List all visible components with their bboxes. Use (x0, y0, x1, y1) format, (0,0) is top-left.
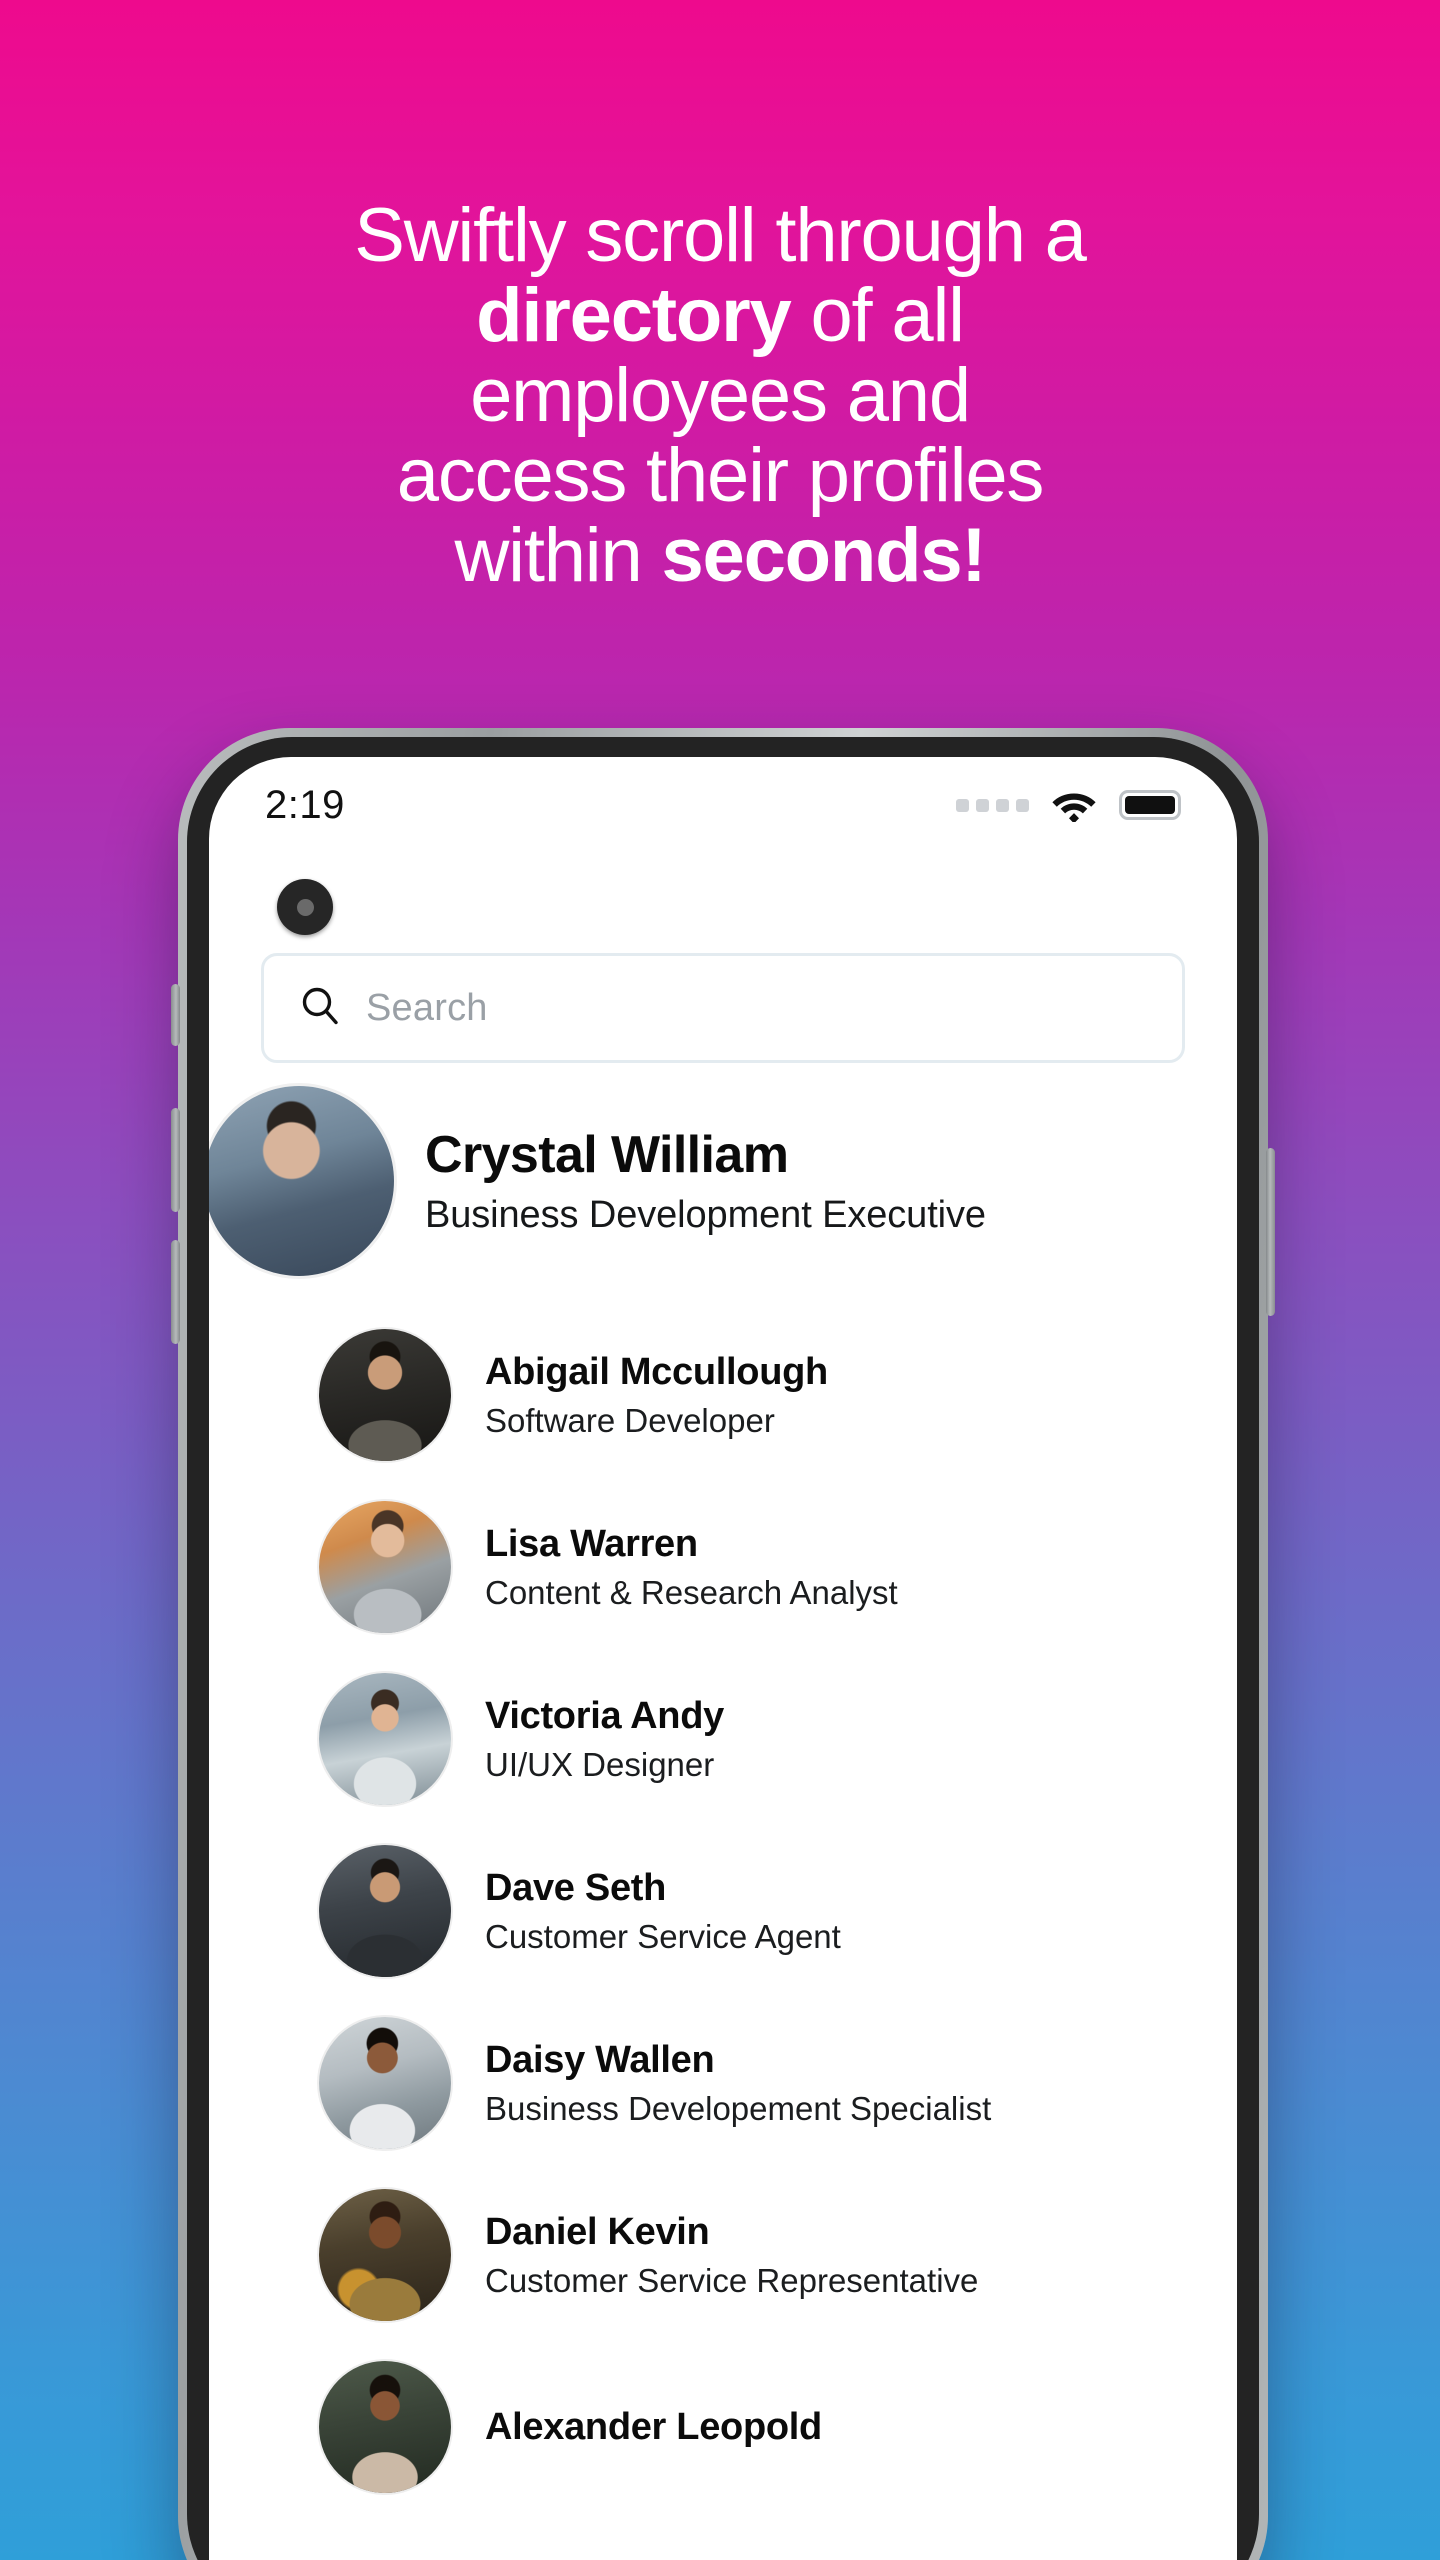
power-button[interactable] (1266, 1148, 1275, 1316)
signal-dots-icon (956, 798, 1029, 812)
featured-profile-name: Crystal William (425, 1125, 789, 1184)
promo-headline-line: employees and (470, 353, 971, 438)
list-item[interactable]: Victoria Andy UI/UX Designer (209, 1653, 1237, 1825)
promo-headline-line: within seconds! (454, 513, 986, 598)
list-item-name: Daisy Wallen (485, 2039, 715, 2081)
list-item-name: Abigail Mccullough (485, 1351, 828, 1393)
list-item-meta: Daisy Wallen Business Developement Specia… (485, 2037, 1237, 2129)
list-item[interactable]: Alexander Leopold (209, 2341, 1237, 2513)
wifi-icon (1051, 788, 1097, 822)
promo-headline-line: access their profiles (396, 433, 1045, 518)
volume-up-button[interactable] (171, 1108, 180, 1212)
avatar-abigail-mccullough[interactable] (317, 1327, 453, 1463)
promo-headline-line: directory of all (476, 273, 965, 358)
search-input[interactable]: Search (366, 987, 488, 1030)
list-item-name: Victoria Andy (485, 1695, 724, 1737)
search-bar[interactable]: Search (261, 953, 1185, 1063)
promo-headline: Swiftly scroll through a directory of all… (0, 196, 1440, 596)
mute-switch[interactable] (171, 984, 180, 1046)
list-item-title: Customer Service Agent (485, 1918, 841, 1955)
avatar-daniel-kevin[interactable] (317, 2187, 453, 2323)
avatar-victoria-andy[interactable] (317, 1671, 453, 1807)
featured-profile-meta: Crystal William Business Development Exe… (425, 1126, 1229, 1237)
list-item-meta: Dave Seth Customer Service Agent (485, 1865, 1237, 1957)
avatar-lisa-warren[interactable] (317, 1499, 453, 1635)
list-item-name: Dave Seth (485, 1867, 667, 1909)
battery-full-icon (1119, 790, 1181, 820)
phone-mockup: 2:19 Search Crystal William Business Dev… (171, 728, 1275, 2560)
list-item-name: Lisa Warren (485, 1523, 698, 1565)
front-camera-punch-hole (277, 879, 333, 935)
list-item[interactable]: Daniel Kevin Customer Service Representat… (209, 2169, 1237, 2341)
list-item-name: Daniel Kevin (485, 2211, 710, 2253)
list-item-title: Content & Research Analyst (485, 1574, 898, 1611)
list-item-title: Customer Service Representative (485, 2262, 979, 2299)
avatar-alexander-leopold[interactable] (317, 2359, 453, 2495)
list-item-meta: Lisa Warren Content & Research Analyst (485, 1521, 1237, 1613)
list-item[interactable]: Daisy Wallen Business Developement Specia… (209, 1997, 1237, 2169)
volume-down-button[interactable] (171, 1240, 180, 1344)
avatar-crystal-william[interactable] (209, 1083, 397, 1279)
list-item-title: Business Developement Specialist (485, 2090, 992, 2127)
phone-screen: 2:19 Search Crystal William Business Dev… (209, 757, 1237, 2560)
status-bar: 2:19 (209, 757, 1237, 853)
list-item-meta: Daniel Kevin Customer Service Representat… (485, 2209, 1237, 2301)
promo-headline-line: Swiftly scroll through a (354, 193, 1087, 278)
avatar-daisy-wallen[interactable] (317, 2015, 453, 2151)
avatar-dave-seth[interactable] (317, 1843, 453, 1979)
list-item-title: UI/UX Designer (485, 1746, 715, 1783)
employee-directory-list[interactable]: Abigail Mccullough Software Developer Lisa… (209, 1309, 1237, 2560)
featured-profile-title: Business Development Executive (425, 1193, 986, 1236)
list-item-title: Software Developer (485, 1402, 775, 1439)
list-item[interactable]: Dave Seth Customer Service Agent (209, 1825, 1237, 1997)
list-item[interactable]: Abigail Mccullough Software Developer (209, 1309, 1237, 1481)
list-item-meta: Alexander Leopold (485, 2404, 1237, 2450)
status-bar-icons (956, 788, 1181, 822)
list-item-name: Alexander Leopold (485, 2406, 822, 2448)
featured-profile-row[interactable]: Crystal William Business Development Exe… (209, 1083, 1229, 1279)
status-bar-time: 2:19 (265, 782, 345, 827)
list-item-meta: Victoria Andy UI/UX Designer (485, 1693, 1237, 1785)
search-icon (298, 984, 342, 1033)
list-item[interactable]: Lisa Warren Content & Research Analyst (209, 1481, 1237, 1653)
promo-screenshot: Swiftly scroll through a directory of all… (0, 0, 1440, 2560)
list-item-meta: Abigail Mccullough Software Developer (485, 1349, 1237, 1441)
